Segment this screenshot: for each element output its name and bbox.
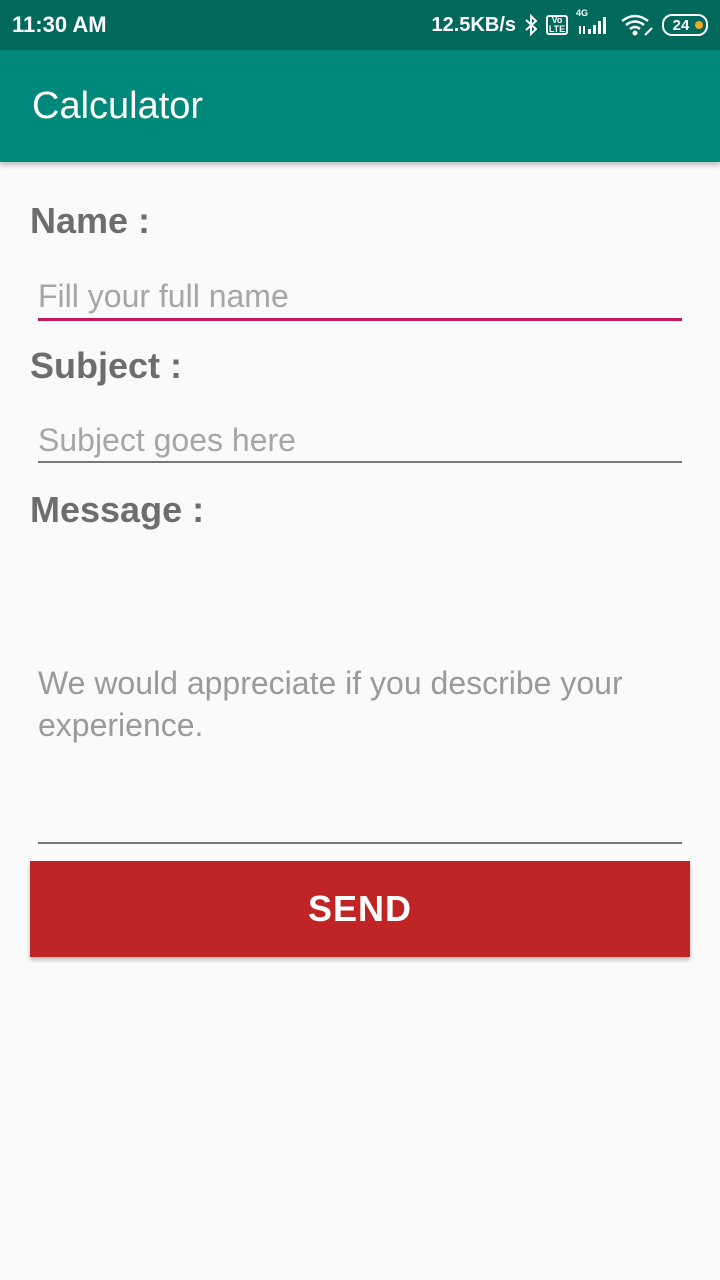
network-type: 4G (576, 8, 589, 18)
app-bar: Calculator (0, 50, 720, 162)
name-underline (38, 318, 682, 321)
subject-label: Subject : (30, 345, 183, 386)
subject-input[interactable] (38, 422, 682, 463)
volte-text-bottom: LTE (548, 24, 566, 34)
name-input[interactable] (38, 278, 682, 319)
subject-underline (38, 461, 682, 463)
status-time: 11:30 AM (12, 12, 107, 37)
bluetooth-icon (524, 14, 538, 36)
message-label: Message : (30, 489, 205, 530)
name-label: Name : (30, 200, 151, 241)
message-underline (38, 842, 682, 844)
battery-icon: 24 (662, 14, 708, 36)
status-bar: 11:30 AM 12.5KB/s Vo LTE 4G 24 (0, 0, 720, 50)
signal-icon: 4G (576, 8, 612, 36)
battery-level: 24 (672, 16, 690, 34)
send-button[interactable]: SEND (30, 861, 690, 957)
app-title: Calculator (32, 84, 204, 127)
message-input[interactable] (38, 540, 682, 840)
status-icons: 12.5KB/s Vo LTE 4G 24 (431, 8, 708, 37)
network-speed: 12.5KB/s (431, 13, 517, 36)
wifi-icon (620, 13, 654, 37)
volte-icon: Vo LTE (546, 15, 568, 35)
